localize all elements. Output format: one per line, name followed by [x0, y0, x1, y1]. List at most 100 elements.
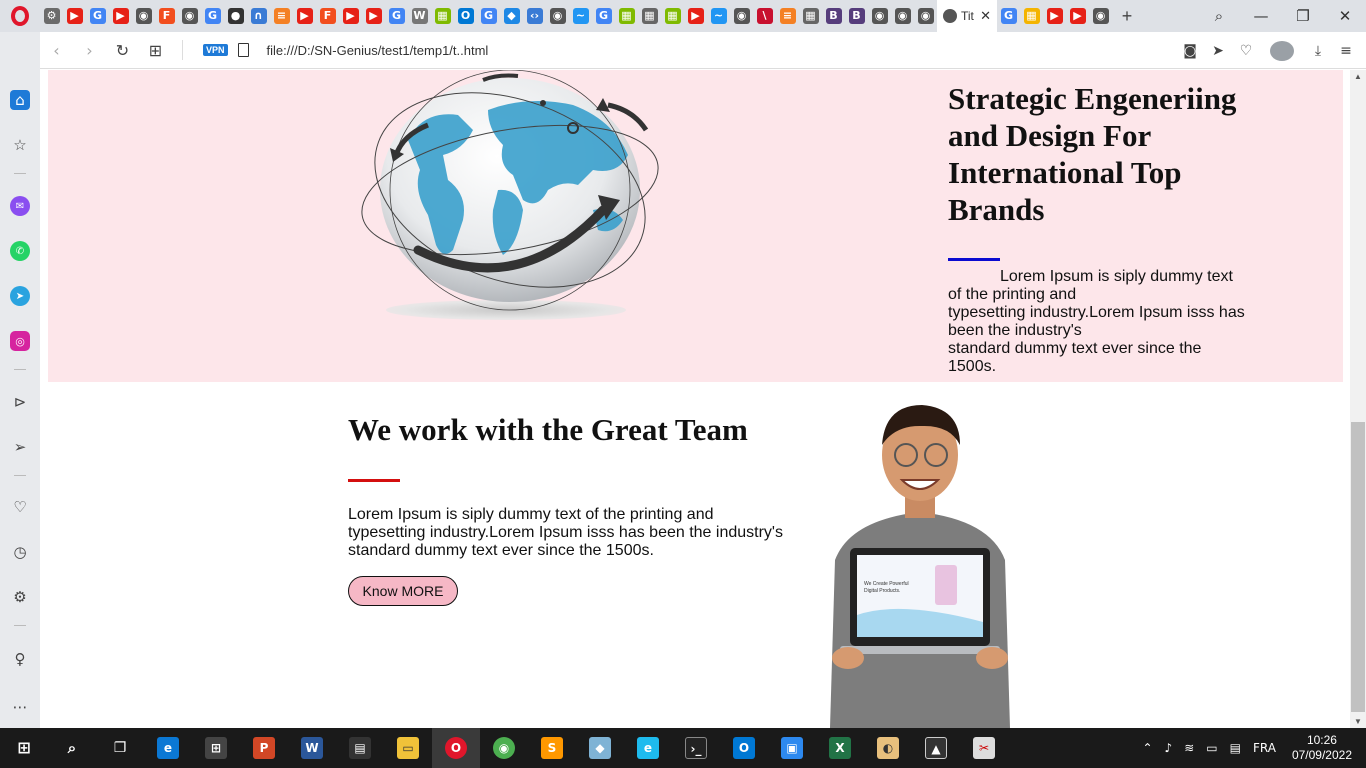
- paint-icon[interactable]: ◐: [864, 728, 912, 768]
- word-icon[interactable]: W: [288, 728, 336, 768]
- whatsapp-icon[interactable]: ✆: [10, 241, 30, 261]
- excel-icon[interactable]: X: [816, 728, 864, 768]
- tab-figma-icon[interactable]: F: [155, 0, 178, 32]
- new-tab-button[interactable]: +: [1112, 6, 1142, 27]
- tab-app-icon[interactable]: ●: [224, 0, 247, 32]
- opera-taskbar-icon[interactable]: O: [432, 728, 480, 768]
- tab-app-icon[interactable]: ∩: [247, 0, 270, 32]
- scroll-up-arrow[interactable]: ▲: [1350, 72, 1366, 81]
- tab-bootstrap-icon[interactable]: B: [822, 0, 845, 32]
- tab-app-icon[interactable]: ~: [707, 0, 730, 32]
- tab-youtube-icon[interactable]: ▶: [339, 0, 362, 32]
- language-indicator[interactable]: FRA: [1253, 741, 1276, 755]
- scroll-thumb[interactable]: [1351, 422, 1365, 712]
- search-tabs-icon[interactable]: ⌕: [1198, 7, 1240, 25]
- more-options-icon[interactable]: ⋯: [10, 697, 30, 717]
- tab-google-icon[interactable]: G: [385, 0, 408, 32]
- reload-button[interactable]: ↻: [106, 41, 139, 60]
- scroll-down-arrow[interactable]: ▼: [1350, 717, 1366, 726]
- tab-app-icon[interactable]: ~: [569, 0, 592, 32]
- back-button[interactable]: ‹: [40, 41, 73, 60]
- video-editor-icon[interactable]: ▤: [336, 728, 384, 768]
- tab-stackoverflow-icon[interactable]: ≡: [270, 0, 293, 32]
- tab-globe-icon[interactable]: ◉: [891, 0, 914, 32]
- store-icon[interactable]: ⊞: [192, 728, 240, 768]
- tab-app-icon[interactable]: ▦: [1020, 0, 1043, 32]
- tab-globe-icon[interactable]: ◉: [914, 0, 937, 32]
- page-scrollbar[interactable]: ▲ ▼: [1350, 70, 1366, 728]
- forward-button[interactable]: ›: [73, 41, 106, 60]
- flow-send-icon[interactable]: ➢: [10, 437, 30, 457]
- tab-youtube-icon[interactable]: ▶: [684, 0, 707, 32]
- tab-google-icon[interactable]: G: [997, 0, 1020, 32]
- tab-wikipedia-icon[interactable]: W: [408, 0, 431, 32]
- tab-youtube-icon[interactable]: ▶: [63, 0, 86, 32]
- tab-google-icon[interactable]: G: [201, 0, 224, 32]
- tab-code-icon[interactable]: ‹›: [523, 0, 546, 32]
- tab-youtube-icon[interactable]: ▶: [1043, 0, 1066, 32]
- speed-dial-star-icon[interactable]: ☆: [10, 135, 30, 155]
- easy-setup-icon[interactable]: ≡: [1334, 43, 1358, 59]
- tab-youtube-icon[interactable]: ▶: [362, 0, 385, 32]
- battery-icon[interactable]: ▭: [1206, 741, 1217, 755]
- snipping-tool-icon[interactable]: ✂: [960, 728, 1008, 768]
- home-icon[interactable]: ⌂: [10, 90, 30, 110]
- tab-settings-icon[interactable]: ⚙: [40, 0, 63, 32]
- tab-outlook-icon[interactable]: O: [454, 0, 477, 32]
- profile-avatar[interactable]: [1270, 40, 1294, 61]
- app-icon[interactable]: ▣: [768, 728, 816, 768]
- close-tab-icon[interactable]: ✕: [980, 8, 991, 24]
- notification-icon[interactable]: ▤: [1230, 741, 1241, 755]
- tab-stackoverflow-icon[interactable]: ≡: [776, 0, 799, 32]
- tab-google-icon[interactable]: G: [86, 0, 109, 32]
- telegram-icon[interactable]: ➤: [10, 286, 30, 306]
- history-clock-icon[interactable]: ◷: [10, 542, 30, 562]
- vpn-badge[interactable]: VPN: [203, 44, 228, 56]
- settings-gear-icon[interactable]: ⚙: [10, 587, 30, 607]
- app-icon[interactable]: ◆: [576, 728, 624, 768]
- download-icon[interactable]: ⤓: [1306, 43, 1330, 59]
- tab-app-icon[interactable]: \: [753, 0, 776, 32]
- tab-globe-icon[interactable]: ◉: [868, 0, 891, 32]
- tab-globe-icon[interactable]: ◉: [178, 0, 201, 32]
- windows-start-icon[interactable]: ⊞: [0, 728, 48, 768]
- terminal-icon[interactable]: ›_: [672, 728, 720, 768]
- tab-bootstrap-icon[interactable]: B: [845, 0, 868, 32]
- active-tab[interactable]: Tit ✕: [937, 0, 997, 32]
- tab-globe-icon[interactable]: ◉: [730, 0, 753, 32]
- outlook-icon[interactable]: O: [720, 728, 768, 768]
- wifi-icon[interactable]: ≋: [1184, 741, 1194, 755]
- instagram-icon[interactable]: ◎: [10, 331, 30, 351]
- tab-microsoft-icon[interactable]: ▦: [431, 0, 454, 32]
- search-icon[interactable]: ⌕: [48, 728, 96, 768]
- tab-youtube-icon[interactable]: ▶: [293, 0, 316, 32]
- snapshot-icon[interactable]: ◙: [1178, 43, 1202, 59]
- minimize-button[interactable]: —: [1240, 7, 1282, 25]
- tab-grid-icon[interactable]: ▦: [638, 0, 661, 32]
- powerpoint-icon[interactable]: P: [240, 728, 288, 768]
- tab-google-icon[interactable]: G: [477, 0, 500, 32]
- tips-bulb-icon[interactable]: ♀: [10, 649, 30, 669]
- close-window-button[interactable]: ✕: [1324, 7, 1366, 25]
- tab-microsoft-icon[interactable]: ▦: [661, 0, 684, 32]
- restore-button[interactable]: ❐: [1282, 7, 1324, 25]
- edge-icon[interactable]: e: [144, 728, 192, 768]
- clock[interactable]: 10:26 07/09/2022: [1292, 733, 1352, 763]
- sublime-text-icon[interactable]: S: [528, 728, 576, 768]
- internet-explorer-icon[interactable]: e: [624, 728, 672, 768]
- know-more-button[interactable]: Know MORE: [348, 576, 458, 606]
- file-explorer-icon[interactable]: ▭: [384, 728, 432, 768]
- tab-grid-icon[interactable]: ▦: [799, 0, 822, 32]
- tabs-overview-button[interactable]: ⊞: [139, 41, 172, 60]
- tab-figma-icon[interactable]: F: [316, 0, 339, 32]
- tab-microsoft-icon[interactable]: ▦: [615, 0, 638, 32]
- tab-youtube-icon[interactable]: ▶: [109, 0, 132, 32]
- send-icon[interactable]: ➤: [1206, 43, 1230, 59]
- tray-chevron-icon[interactable]: ⌃: [1142, 741, 1152, 755]
- bookmarks-heart-icon[interactable]: ♡: [10, 497, 30, 517]
- task-view-icon[interactable]: ❐: [96, 728, 144, 768]
- player-icon[interactable]: ⊳: [10, 392, 30, 412]
- messenger-icon[interactable]: ✉: [10, 196, 30, 216]
- url-field[interactable]: file:///D:/SN-Genius/test1/temp1/t..html: [267, 43, 489, 58]
- volume-icon[interactable]: ♪: [1165, 741, 1173, 755]
